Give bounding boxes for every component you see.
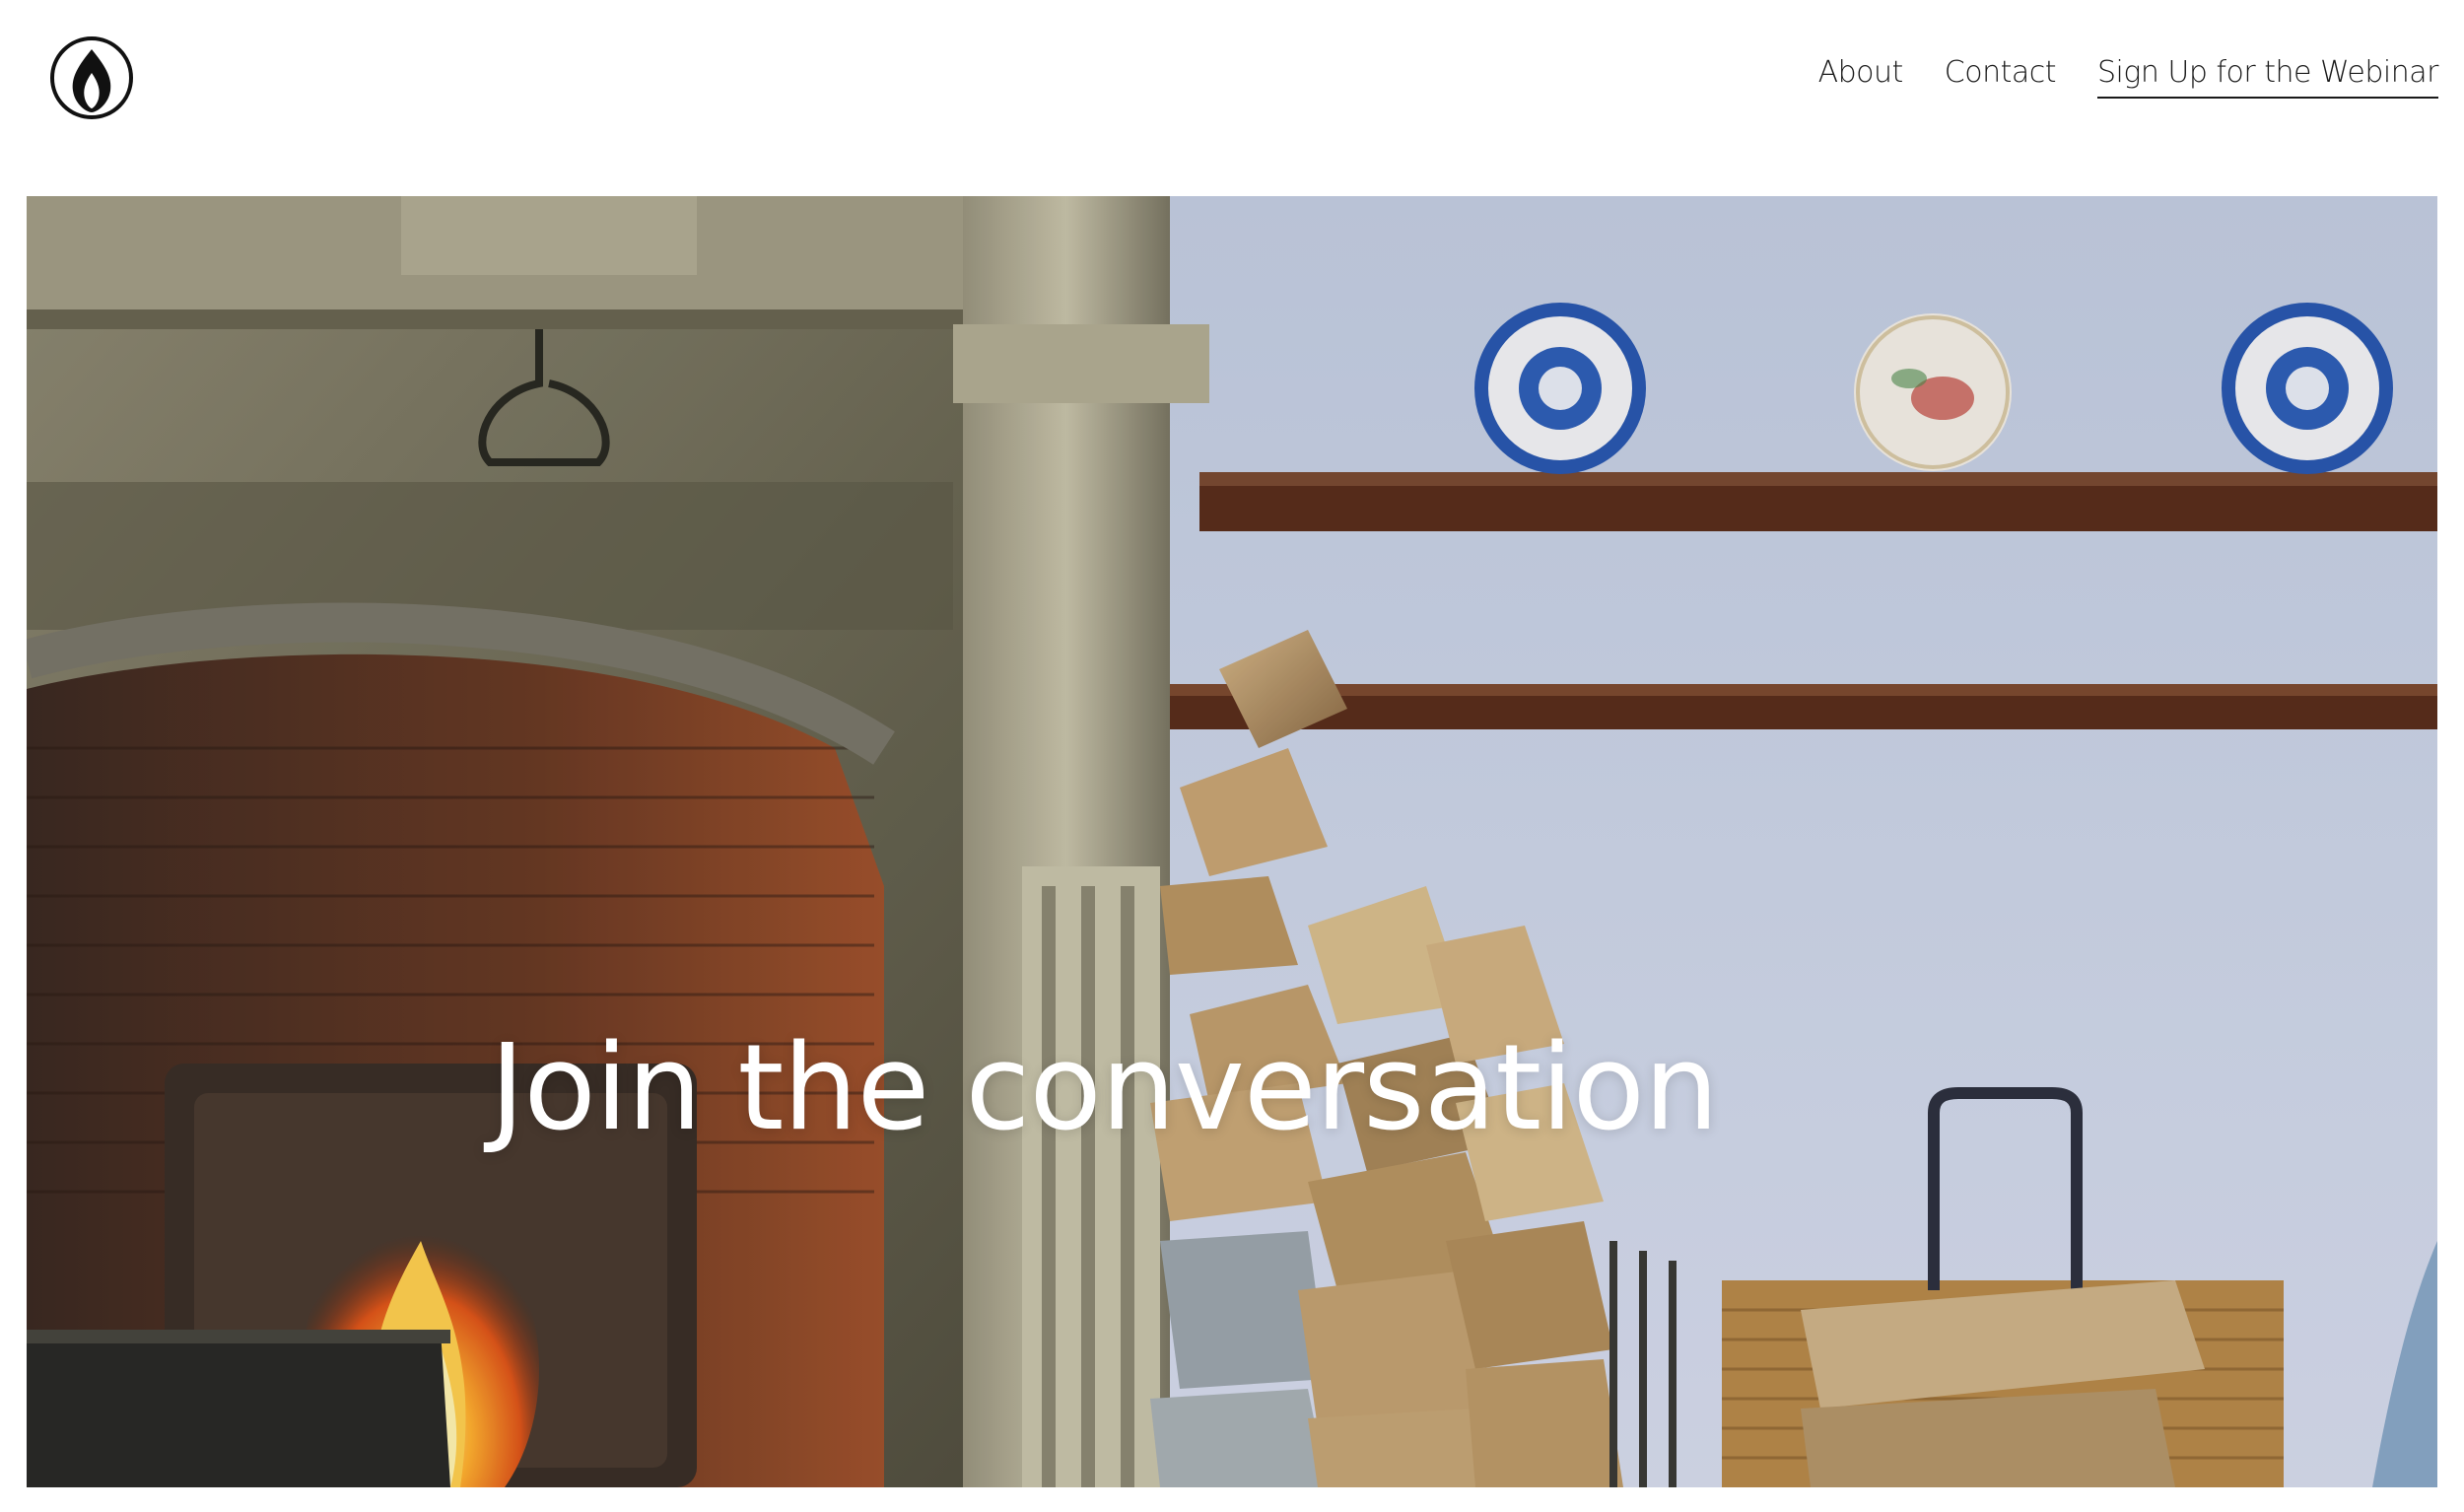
hero-image bbox=[27, 196, 2437, 1487]
hero-banner: Join the conversation bbox=[27, 196, 2437, 1487]
hero-title: Join the conversation bbox=[490, 1020, 1719, 1158]
nav-link-about[interactable]: About bbox=[1818, 55, 1904, 99]
page: About Contact Sign Up for the Webinar Jo… bbox=[0, 0, 2464, 1512]
site-header: About Contact Sign Up for the Webinar bbox=[0, 0, 2464, 197]
nav-link-webinar-signup[interactable]: Sign Up for the Webinar bbox=[2097, 55, 2439, 99]
nav-link-contact[interactable]: Contact bbox=[1945, 55, 2057, 99]
main-nav: About Contact Sign Up for the Webinar bbox=[1818, 55, 2439, 99]
flame-logo-icon[interactable] bbox=[49, 35, 134, 120]
